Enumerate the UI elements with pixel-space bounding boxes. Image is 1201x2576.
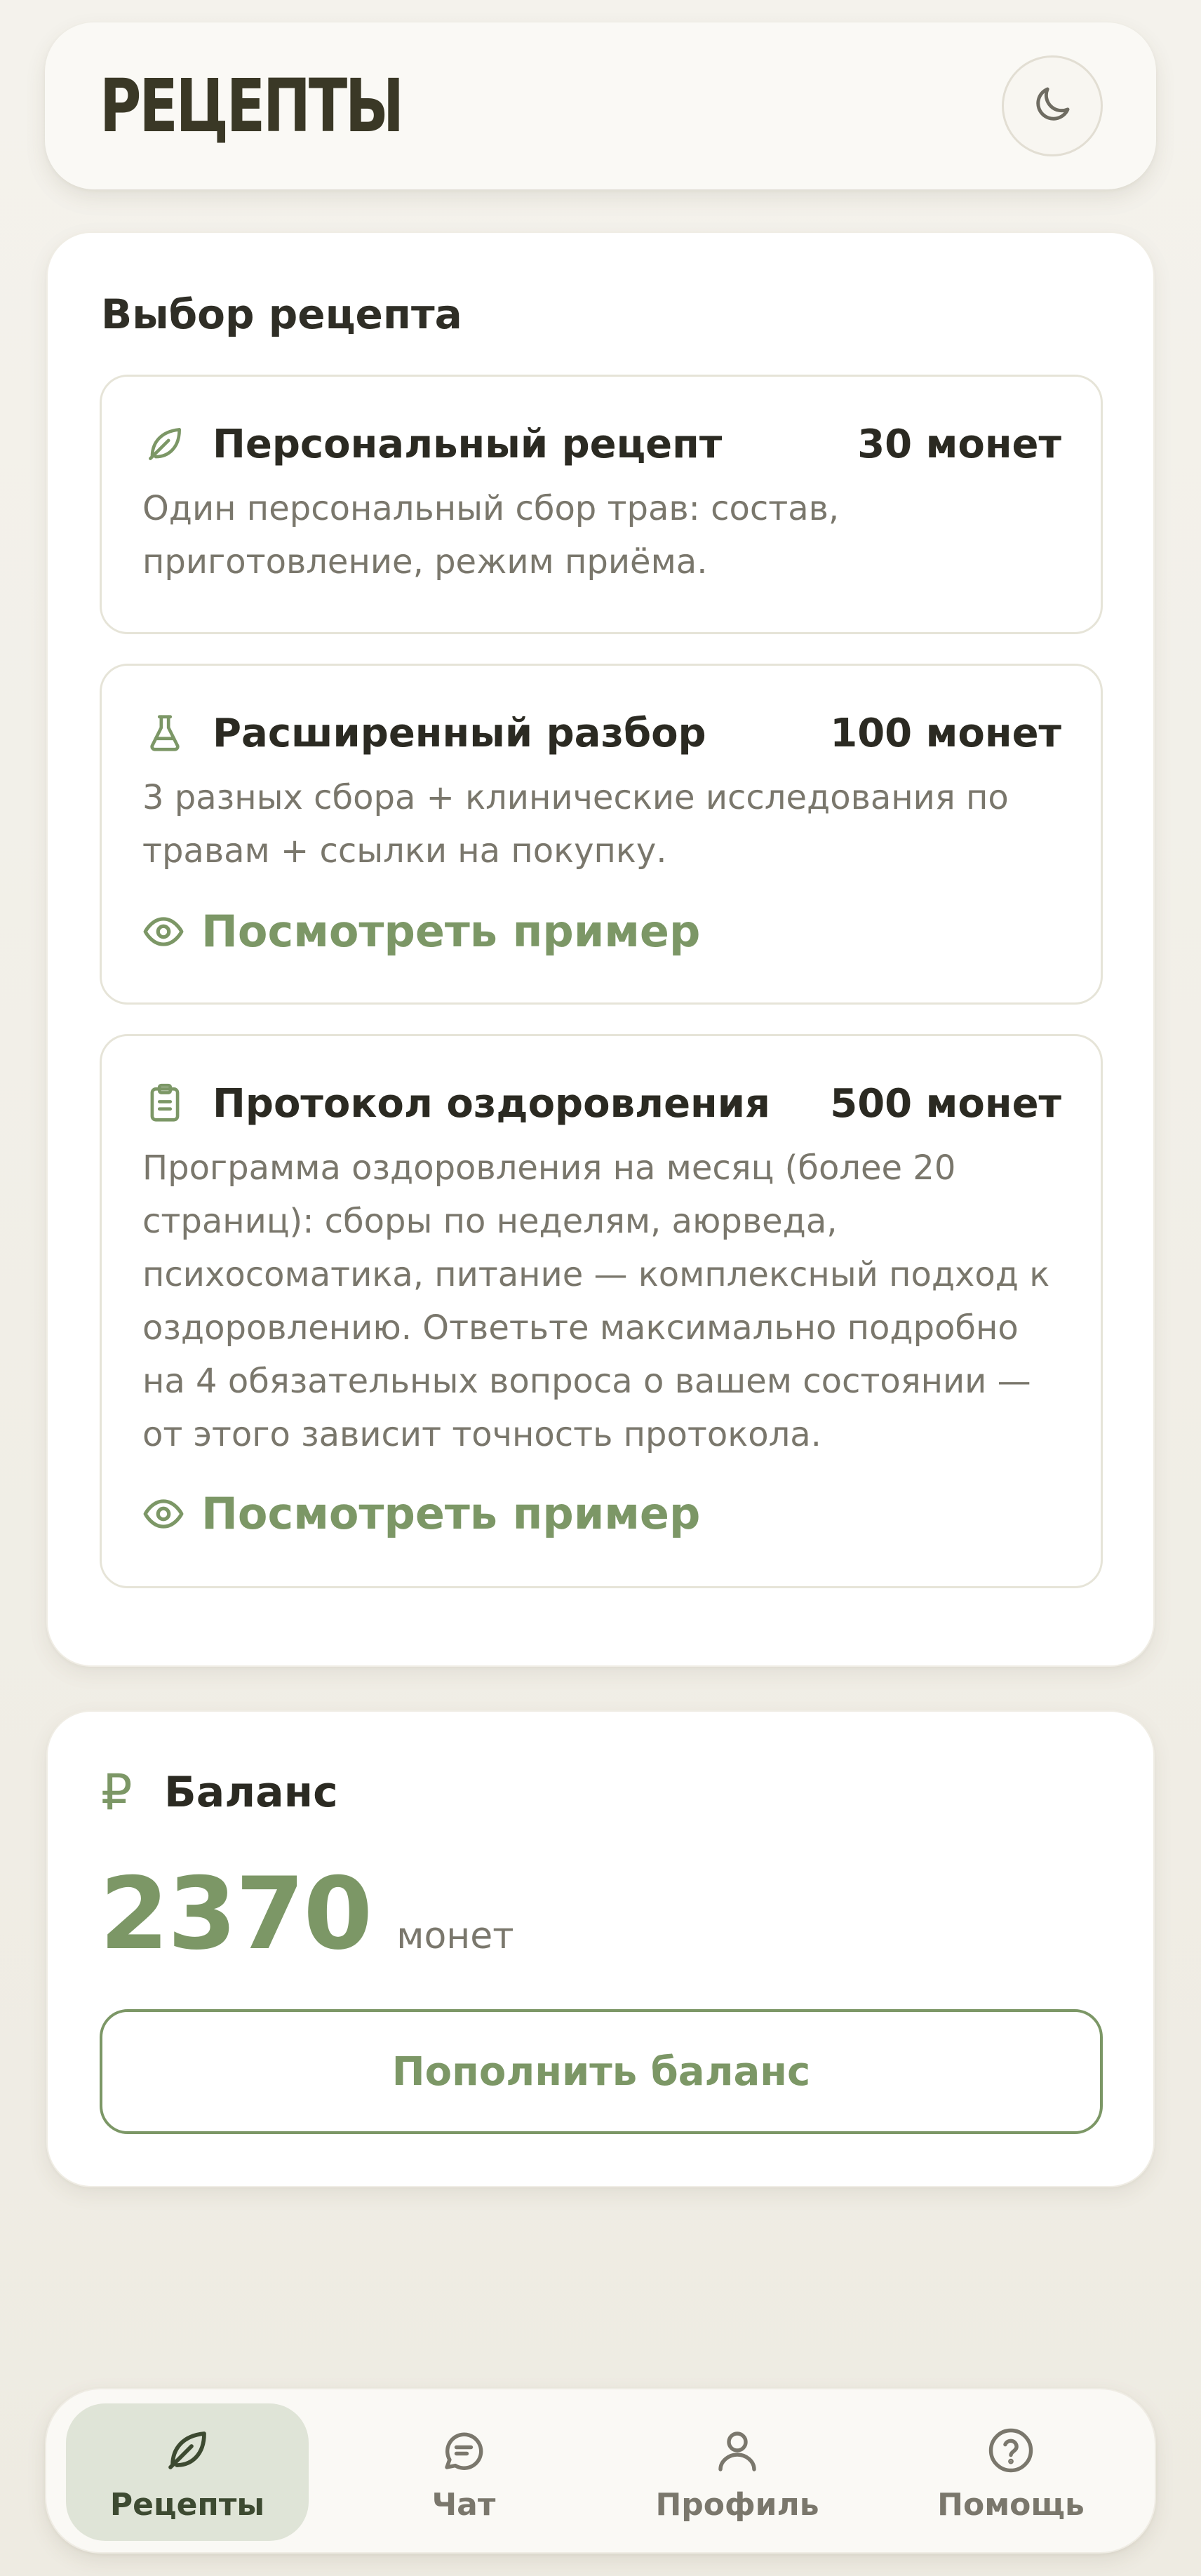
bottom-nav: Рецепты Чат Профиль Помощь [45, 2388, 1156, 2554]
option-price: 100 монет [830, 710, 1061, 756]
nav-item-profile[interactable]: Профиль [616, 2403, 859, 2541]
nav-item-chat[interactable]: Чат [342, 2403, 585, 2541]
option-title: Протокол оздоровления [213, 1080, 770, 1127]
help-icon [983, 2422, 1039, 2478]
view-example-label: Посмотреть пример [201, 906, 701, 957]
flask-icon [142, 711, 187, 756]
nav-label: Рецепты [109, 2486, 265, 2523]
leaf-icon [142, 422, 187, 467]
balance-label: Баланс [164, 1768, 338, 1817]
balance-card: ₽ Баланс 2370 монет Пополнить баланс [46, 1710, 1155, 2187]
app-header: РЕЦЕПТЫ [45, 22, 1156, 189]
ruble-icon: ₽ [101, 1764, 133, 1821]
eye-icon [141, 909, 186, 954]
recipe-option-extended[interactable]: Расширенный разбор 100 монет 3 разных сб… [100, 664, 1103, 1005]
clipboard-icon [142, 1081, 187, 1126]
view-example-link[interactable]: Посмотреть пример [141, 1488, 700, 1539]
user-icon [709, 2422, 765, 2478]
page-title: РЕЦЕПТЫ [100, 63, 404, 149]
balance-amount: 2370 [100, 1856, 373, 1972]
option-price: 500 монет [830, 1080, 1061, 1127]
view-example-link[interactable]: Посмотреть пример [141, 906, 700, 957]
view-example-label: Посмотреть пример [201, 1488, 701, 1539]
topup-balance-button[interactable]: Пополнить баланс [100, 2009, 1103, 2134]
nav-label: Профиль [655, 2486, 819, 2523]
nav-label: Чат [431, 2486, 496, 2523]
moon-icon [1029, 81, 1075, 130]
chat-icon [436, 2422, 492, 2478]
nav-item-help[interactable]: Помощь [890, 2403, 1132, 2541]
recipe-option-protocol[interactable]: Протокол оздоровления 500 монет Программ… [100, 1034, 1103, 1588]
option-description: Программа оздоровления на месяц (более 2… [142, 1148, 1050, 1454]
option-description: 3 разных сбора + клинические исследовани… [142, 778, 1009, 871]
section-title: Выбор рецепта [101, 290, 462, 338]
option-title: Расширенный разбор [213, 710, 706, 756]
nav-label: Помощь [937, 2486, 1085, 2523]
recipe-option-personal[interactable]: Персональный рецепт 30 монет Один персон… [100, 375, 1103, 634]
option-price: 30 монет [857, 421, 1061, 467]
eye-icon [141, 1491, 186, 1536]
option-title: Персональный рецепт [213, 421, 723, 467]
option-description: Один персональный сбор трав: состав, при… [142, 489, 840, 582]
leaf-icon [159, 2422, 215, 2478]
balance-unit: монет [396, 1915, 514, 1957]
recipe-selection-card: Выбор рецепта Персональный рецепт 30 мон… [46, 232, 1155, 1667]
theme-toggle-button[interactable] [1002, 55, 1103, 156]
nav-item-recipes[interactable]: Рецепты [66, 2403, 309, 2541]
